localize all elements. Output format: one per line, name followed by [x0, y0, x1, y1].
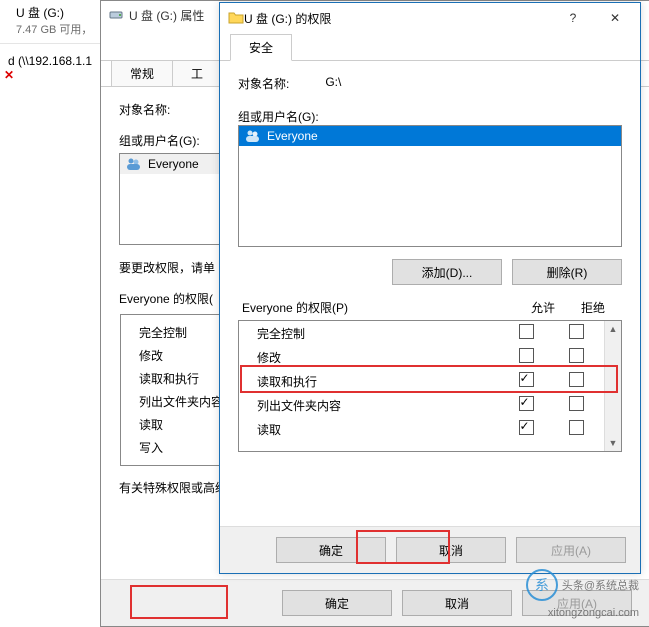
permissions-title: U 盘 (G:) 的权限 — [244, 10, 331, 27]
drive-icon — [109, 7, 123, 24]
perm-row-listfolder: 列出文件夹内容 — [239, 393, 605, 417]
close-button[interactable]: ✕ — [594, 5, 636, 31]
allow-fullcontrol-checkbox[interactable] — [519, 324, 534, 339]
perm-user-everyone-label: Everyone — [267, 129, 318, 143]
watermark: 系 头条@系统总裁 xitongzongcai.com — [526, 569, 639, 619]
scroll-down-icon[interactable]: ▼ — [605, 435, 621, 451]
network-location[interactable]: d (\\192.168.1.1 — [0, 44, 100, 68]
explorer-sidebar: U 盘 (G:) 7.47 GB 可用， d (\\192.168.1.1 ✕ — [0, 0, 101, 625]
properties-cancel-button[interactable]: 取消 — [402, 590, 512, 616]
permissions-apply-button[interactable]: 应用(A) — [516, 537, 626, 563]
perm-for-label: Everyone 的权限(P) — [242, 299, 518, 316]
drive-free-space: 7.47 GB 可用， — [0, 21, 100, 44]
perm-table: 完全控制 修改 读取和执行 列出文件夹内 — [238, 320, 622, 452]
deny-fullcontrol-checkbox[interactable] — [569, 324, 584, 339]
perm-row-fullcontrol: 完全控制 — [239, 321, 605, 345]
permissions-body: 对象名称: G:\ 组或用户名(G): Everyone 添加(D)... 删除… — [220, 61, 640, 526]
tab-security[interactable]: 安全 — [230, 34, 292, 61]
permissions-button-row: 确定 取消 应用(A) — [220, 526, 640, 573]
perm-row-readexec: 读取和执行 — [239, 369, 605, 393]
network-label: d (\\192.168.1.1 — [8, 54, 92, 68]
properties-title: U 盘 (G:) 属性 — [129, 7, 204, 24]
deny-listfolder-checkbox[interactable] — [569, 396, 584, 411]
help-button[interactable]: ? — [552, 5, 594, 31]
perm-object-name-label: 对象名称: — [238, 75, 289, 92]
perm-users-listbox[interactable]: Everyone — [238, 125, 622, 247]
users-icon — [245, 129, 261, 143]
watermark-text1: 头条@系统总裁 — [562, 577, 639, 593]
perm-row-modify: 修改 — [239, 345, 605, 369]
scroll-up-icon[interactable]: ▲ — [605, 321, 621, 337]
drive-label: U 盘 (G:) — [16, 6, 64, 20]
permissions-cancel-button[interactable]: 取消 — [396, 537, 506, 563]
watermark-logo-icon: 系 — [526, 569, 558, 601]
perm-object-name-value: G:\ — [325, 75, 341, 92]
user-everyone-label: Everyone — [148, 157, 199, 171]
deny-read-checkbox[interactable] — [569, 420, 584, 435]
permissions-titlebar: U 盘 (G:) 的权限 ? ✕ — [220, 3, 640, 33]
allow-listfolder-checkbox[interactable] — [519, 396, 534, 411]
users-icon — [126, 157, 142, 171]
allow-read-checkbox[interactable] — [519, 420, 534, 435]
add-button[interactable]: 添加(D)... — [392, 259, 502, 285]
perm-group-users-label: 组或用户名(G): — [238, 108, 622, 125]
permissions-ok-button[interactable]: 确定 — [276, 537, 386, 563]
col-allow-header: 允许 — [518, 299, 568, 316]
perm-row-read: 读取 — [239, 417, 605, 441]
tab-tools[interactable]: 工 — [172, 60, 222, 86]
allow-modify-checkbox[interactable] — [519, 348, 534, 363]
deny-readexec-checkbox[interactable] — [569, 372, 584, 387]
watermark-text2: xitongzongcai.com — [548, 607, 639, 619]
perm-table-header: Everyone 的权限(P) 允许 拒绝 — [238, 299, 622, 320]
permissions-tabbar: 安全 — [220, 33, 640, 61]
perm-user-everyone-row[interactable]: Everyone — [239, 126, 621, 146]
properties-ok-button[interactable]: 确定 — [282, 590, 392, 616]
drive-item[interactable]: U 盘 (G:) — [0, 0, 100, 21]
permissions-dialog: U 盘 (G:) 的权限 ? ✕ 安全 对象名称: G:\ 组或用户名(G): … — [219, 2, 641, 574]
add-remove-row: 添加(D)... 删除(R) — [238, 259, 622, 285]
deny-modify-checkbox[interactable] — [569, 348, 584, 363]
col-deny-header: 拒绝 — [568, 299, 618, 316]
error-x-icon: ✕ — [0, 68, 100, 82]
remove-button[interactable]: 删除(R) — [512, 259, 622, 285]
folder-icon — [228, 10, 244, 27]
tab-general[interactable]: 常规 — [111, 60, 173, 86]
allow-readexec-checkbox[interactable] — [519, 372, 534, 387]
perm-table-scrollbar[interactable]: ▲ ▼ — [604, 321, 621, 451]
